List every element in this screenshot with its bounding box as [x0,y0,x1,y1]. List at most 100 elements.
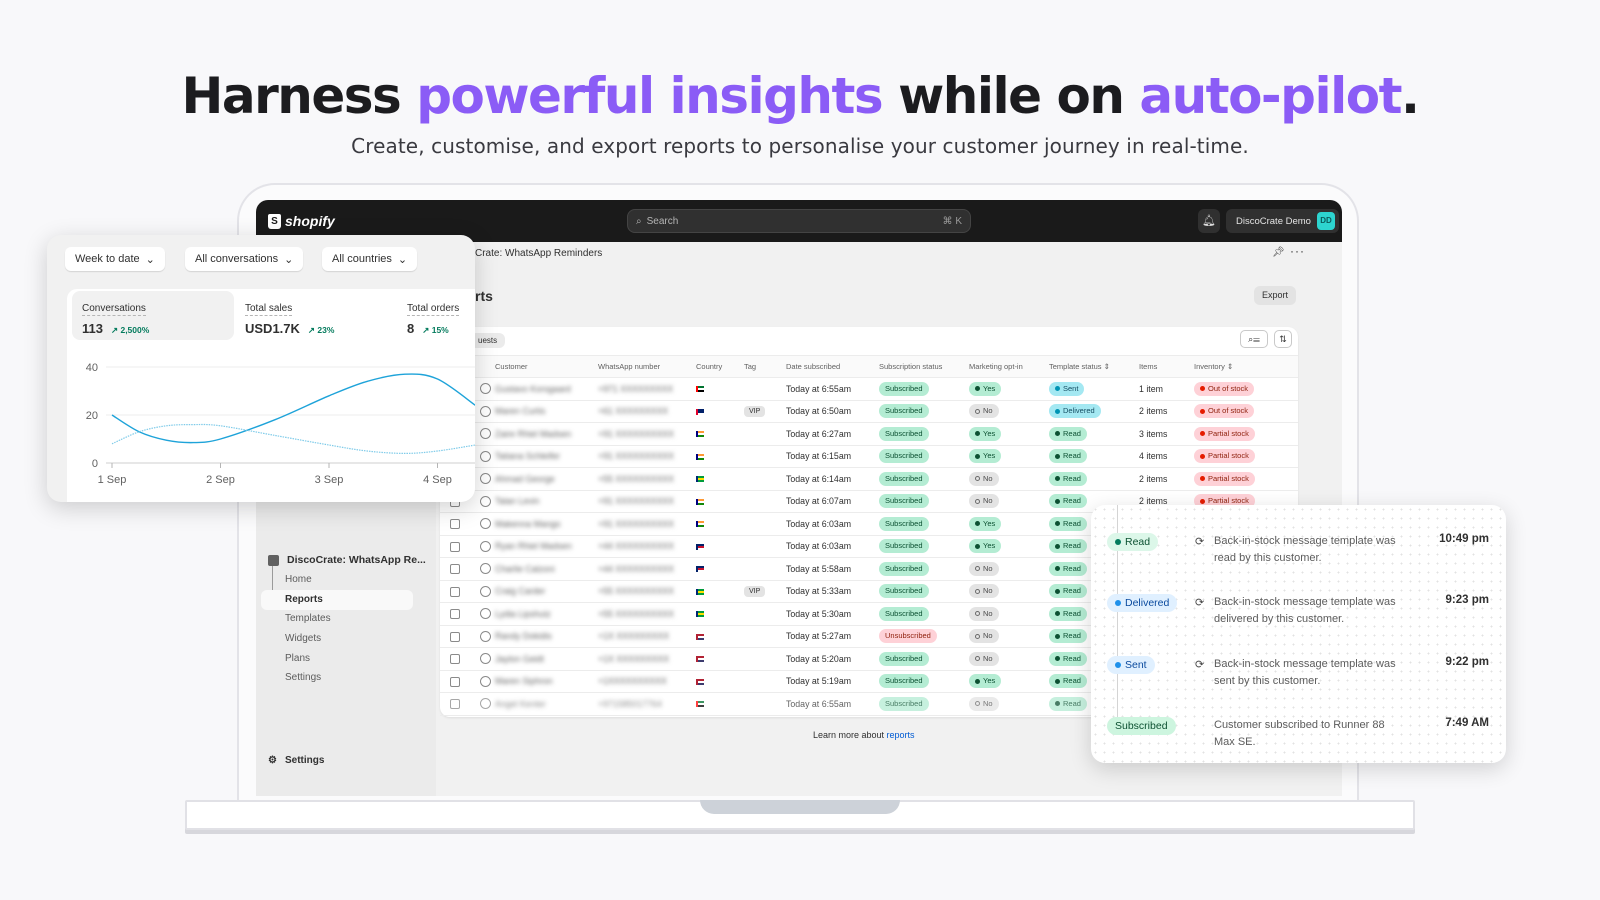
breadcrumb[interactable]: Crate: WhatsApp Reminders [475,248,602,259]
country-flag-icon [696,701,704,708]
date-subscribed: Today at 5:27am [786,625,879,648]
app-icon [268,554,279,566]
sidebar-item-widgets[interactable]: Widgets [285,633,321,644]
col-subscription-status[interactable]: Subscription status [879,355,969,378]
marketing-optin-badge: Yes [969,539,1002,554]
col-template-status[interactable]: Template status ⇕ [1049,355,1139,378]
col-items[interactable]: Items [1139,355,1194,378]
col-tag[interactable]: Tag [744,355,786,378]
more-actions-icon[interactable]: ··· [1290,244,1305,258]
country-flag-icon [696,521,704,528]
customer-name[interactable]: Zaire Rhiel Madsen [495,429,571,439]
optin-label: Yes [983,541,996,551]
customer-name[interactable]: Maren Siphron [495,676,553,686]
date-subscribed: Today at 5:19am [786,670,879,693]
sidebar-app-header[interactable]: DiscoCrate: WhatsApp Re... [268,554,426,566]
col-country[interactable]: Country [696,355,744,378]
row-checkbox[interactable] [450,541,460,552]
customer-name[interactable]: Randy Dokidis [495,631,552,641]
customer-avatar-icon [480,585,491,597]
customer-name[interactable]: Makenna Mango [495,519,561,529]
country-flag-icon [696,386,704,393]
customer-avatar-icon [480,563,491,575]
sidebar-active-highlight [261,590,413,610]
table-row[interactable]: Maren Curtis +61 XXXXXXXXX VIP Today at … [440,400,1298,423]
customer-name[interactable]: Talan Levin [495,496,540,506]
tab-requests[interactable]: uests [470,333,506,348]
table-row[interactable]: Gustavo Korsgaard +971 XXXXXXXXX Today a… [440,377,1298,401]
row-checkbox[interactable] [450,564,460,575]
customer-name[interactable]: Maren Curtis [495,406,545,416]
subscription-status-badge: Subscribed [879,539,929,554]
row-checkbox[interactable] [450,631,460,642]
items-count: 1 item [1139,377,1194,401]
sidebar-item-home[interactable]: Home [285,574,312,585]
customer-avatar-icon [480,428,491,440]
col-marketing-opt-in[interactable]: Marketing opt-in [969,355,1049,378]
date-subscribed: Today at 6:03am [786,512,879,536]
customer-name[interactable]: Gustavo Korsgaard [495,384,571,394]
customer-avatar-icon [480,675,491,687]
customer-name[interactable]: Ryan Rhiel Madsen [495,541,572,551]
customer-name[interactable]: Angel Kenter [495,699,546,709]
row-checkbox[interactable] [450,609,460,620]
inventory-badge: Out of stock [1194,381,1255,396]
x-tick-label: 1 Sep [98,474,127,486]
col-whatsapp-number[interactable]: WhatsApp number [598,355,696,378]
row-checkbox[interactable] [450,519,460,530]
col-inventory[interactable]: Inventory ⇕ [1194,355,1298,378]
search-filter-button[interactable]: ⌕☰ [1240,330,1268,348]
shopify-logo[interactable]: S shopify [268,213,335,229]
template-status-label: Read [1063,676,1081,686]
country-flag-icon [696,566,704,573]
search-input[interactable]: ⌕ Search ⌘ K [627,209,971,233]
customer-name[interactable]: Ahmad George [495,474,555,484]
export-button[interactable]: Export [1254,286,1296,305]
pin-icon[interactable]: 📌︎ [1272,247,1285,258]
customer-name[interactable]: Charlie Calzoni [495,564,555,574]
optin-label: No [983,631,993,641]
sidebar-item-app-settings[interactable]: Settings [285,672,321,683]
notification-bell-icon[interactable]: 🔔︎ [1198,209,1220,233]
table-row[interactable]: Zaire Rhiel Madsen +91 XXXXXXXXXX Today … [440,422,1298,446]
reports-link[interactable]: reports [887,730,915,740]
country-flag-icon [696,543,704,550]
sidebar-item-settings[interactable]: ⚙ Settings [268,755,324,766]
customer-name[interactable]: Lydia Lipshutz [495,609,551,619]
row-checkbox[interactable] [450,586,460,597]
timeline-status-badge: Sent [1107,656,1155,674]
sort-button[interactable]: ⇅ [1274,330,1292,348]
gear-icon: ⚙ [268,755,277,766]
store-menu-button[interactable]: DiscoCrate Demo DD [1226,209,1339,233]
row-checkbox[interactable] [450,676,460,687]
col-customer[interactable]: Customer [495,355,598,378]
country-flag-icon [696,633,704,640]
timeline-status-label: Sent [1125,659,1147,671]
row-checkbox[interactable] [450,654,460,665]
marketing-optin-badge: No [969,696,999,711]
hero-title: Harness powerful insights while on auto-… [0,66,1600,126]
template-status-badge: Read [1049,606,1087,621]
inventory-badge: Partial stock [1194,471,1255,486]
table-row[interactable]: Ahmad George +55 XXXXXXXXXX Today at 6:1… [440,467,1298,491]
customer-avatar-icon [480,608,491,620]
sidebar-item-plans[interactable]: Plans [285,653,310,664]
customer-avatar-icon [480,630,491,642]
row-checkbox[interactable] [450,699,460,710]
customer-name[interactable]: Jaylon Geidt [495,654,544,664]
optin-label: No [983,496,993,506]
whatsapp-number: +971 XXXXXXXXX [598,383,674,394]
message-template-icon: ⟳ [1195,659,1205,671]
whatsapp-number: +1X XXXXXXXXX [598,653,670,664]
whatsapp-number: +55 XXXXXXXXXX [598,473,675,484]
logo-text: shopify [285,213,335,229]
col-date-subscribed[interactable]: Date subscribed [786,355,879,378]
sidebar-item-reports[interactable]: Reports [285,594,323,605]
table-row[interactable]: Tatiana Schleifer +91 XXXXXXXXXX Today a… [440,445,1298,468]
date-subscribed: Today at 5:20am [786,647,879,671]
customer-name[interactable]: Craig Carder [495,586,545,596]
date-subscribed: Today at 5:33am [786,580,879,603]
sidebar-item-templates[interactable]: Templates [285,613,331,624]
customer-avatar-icon [480,518,491,530]
customer-name[interactable]: Tatiana Schleifer [495,451,560,461]
